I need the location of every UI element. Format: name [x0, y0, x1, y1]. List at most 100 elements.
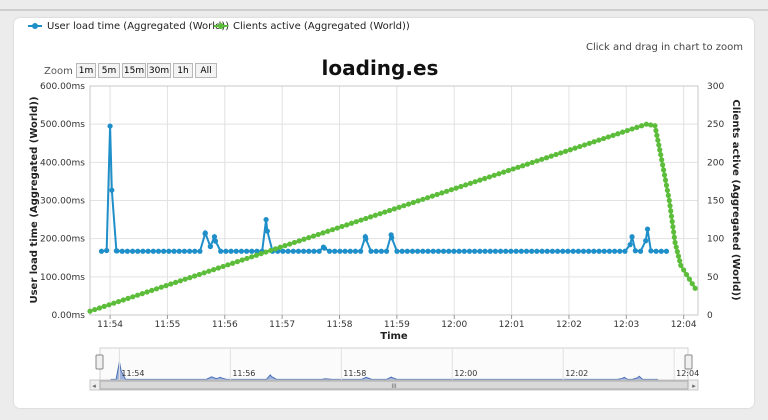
data-point-user-load-time [192, 248, 198, 254]
data-point-user-load-time [596, 248, 602, 254]
data-point-clients-active [348, 220, 355, 226]
data-point-clients-active [548, 153, 554, 159]
data-point-user-load-time [285, 248, 291, 254]
data-point-user-load-time [643, 238, 649, 244]
data-point-clients-active [420, 196, 426, 202]
scroll-left-arrow-icon[interactable]: ◂ [92, 382, 96, 390]
data-point-clients-active [591, 139, 597, 145]
data-point-clients-active [377, 211, 383, 217]
data-point-clients-active [120, 297, 126, 303]
data-point-user-load-time [622, 248, 628, 254]
x-tick-label: 11:56 [212, 320, 238, 330]
y-tick-label-left: 300.00ms [40, 197, 85, 207]
data-point-clients-active [668, 213, 675, 219]
data-point-user-load-time [523, 248, 530, 254]
data-point-clients-active [158, 284, 164, 290]
data-point-clients-active [671, 234, 677, 240]
data-point-clients-active [134, 292, 141, 298]
navigator-tick-label: 11:54 [121, 369, 144, 378]
data-point-clients-active [670, 224, 676, 230]
data-point-clients-active [686, 276, 692, 282]
data-point-clients-active [501, 169, 507, 175]
navigator-tick-label: 12:00 [454, 369, 477, 378]
data-point-clients-active [263, 249, 269, 255]
data-point-user-load-time [186, 248, 193, 254]
data-point-clients-active [234, 259, 241, 265]
data-point-user-load-time [290, 248, 296, 254]
data-point-clients-active [287, 241, 293, 247]
chart-svg[interactable]: 0.00ms 100.00ms 200.00ms 300.00ms 400.00ms 50… [0, 0, 768, 420]
data-point-clients-active [244, 255, 250, 262]
data-point-user-load-time [332, 248, 338, 254]
data-point-clients-active [339, 223, 345, 230]
y-tick-label-left: 100.00ms [40, 273, 85, 283]
data-point-clients-active [639, 123, 645, 129]
scroll-right-arrow-icon[interactable]: ▸ [692, 382, 696, 390]
navigator-handle-right[interactable] [684, 354, 693, 370]
data-point-clients-active [358, 217, 364, 223]
data-point-user-load-time [342, 248, 348, 254]
data-point-user-load-time [658, 248, 664, 254]
data-point-user-load-time [114, 248, 120, 254]
data-point-user-load-time [207, 243, 214, 249]
data-point-user-load-time [311, 248, 317, 254]
data-point-clients-active [272, 246, 279, 252]
x-tick-label: 12:03 [613, 320, 639, 330]
y-tick-label-right: 100 [707, 235, 724, 245]
data-point-clients-active [344, 222, 350, 228]
data-point-clients-active [168, 281, 174, 287]
data-point-user-load-time [119, 248, 125, 254]
data-point-clients-active [659, 157, 665, 163]
data-point-clients-active [277, 244, 283, 250]
data-point-clients-active [320, 230, 326, 236]
data-point-user-load-time [263, 216, 269, 223]
data-point-clients-active [467, 180, 474, 186]
data-point-user-load-time [155, 248, 162, 254]
data-point-user-load-time [171, 248, 177, 254]
data-point-clients-active [624, 127, 630, 134]
data-point-clients-active [239, 257, 245, 263]
data-point-user-load-time [425, 248, 431, 254]
data-point-clients-active [429, 193, 435, 199]
data-point-clients-active [472, 179, 478, 185]
data-point-user-load-time [399, 248, 405, 254]
y-tick-label-right: 150 [707, 197, 724, 207]
data-point-clients-active [486, 174, 493, 180]
data-point-clients-active [652, 123, 658, 129]
navigator-area[interactable] [99, 347, 689, 381]
data-point-user-load-time [150, 248, 156, 254]
navigator[interactable]: 11:54 11:56 11:58 12:00 12:02 12:04 III ◂ ▸ [89, 347, 699, 391]
data-point-clients-active [325, 228, 331, 234]
data-point-user-load-time [238, 248, 245, 254]
data-point-clients-active [665, 192, 671, 199]
scrollbar-grip: III [391, 383, 397, 390]
data-point-user-load-time [107, 123, 113, 129]
data-point-user-load-time [244, 248, 250, 254]
data-point-clients-active [634, 124, 640, 130]
data-point-clients-active [367, 214, 374, 220]
data-point-user-load-time [539, 248, 545, 254]
data-point-user-load-time [140, 248, 146, 254]
data-point-user-load-time [295, 248, 302, 254]
data-point-user-load-time [637, 248, 644, 254]
y-tick-label-left: 600.00ms [40, 82, 85, 92]
data-point-user-load-time [534, 248, 540, 254]
x-tick-label: 11:59 [384, 320, 410, 330]
data-point-clients-active [664, 187, 671, 193]
data-point-clients-active [529, 159, 535, 166]
data-point-user-load-time [161, 248, 167, 254]
navigator-handle-left[interactable] [95, 354, 104, 370]
data-point-clients-active [410, 199, 416, 206]
data-point-user-load-time [363, 236, 369, 242]
data-point-user-load-time [109, 187, 115, 193]
data-point-user-load-time [197, 248, 203, 254]
data-point-clients-active [425, 195, 431, 201]
data-point-clients-active [620, 129, 626, 135]
data-point-user-load-time [456, 248, 462, 254]
data-point-user-load-time [477, 248, 483, 254]
data-point-clients-active [520, 163, 526, 169]
data-point-clients-active [401, 203, 407, 209]
data-point-clients-active [187, 275, 193, 281]
data-point-clients-active [111, 300, 117, 306]
x-axis-label: Time [380, 331, 408, 342]
